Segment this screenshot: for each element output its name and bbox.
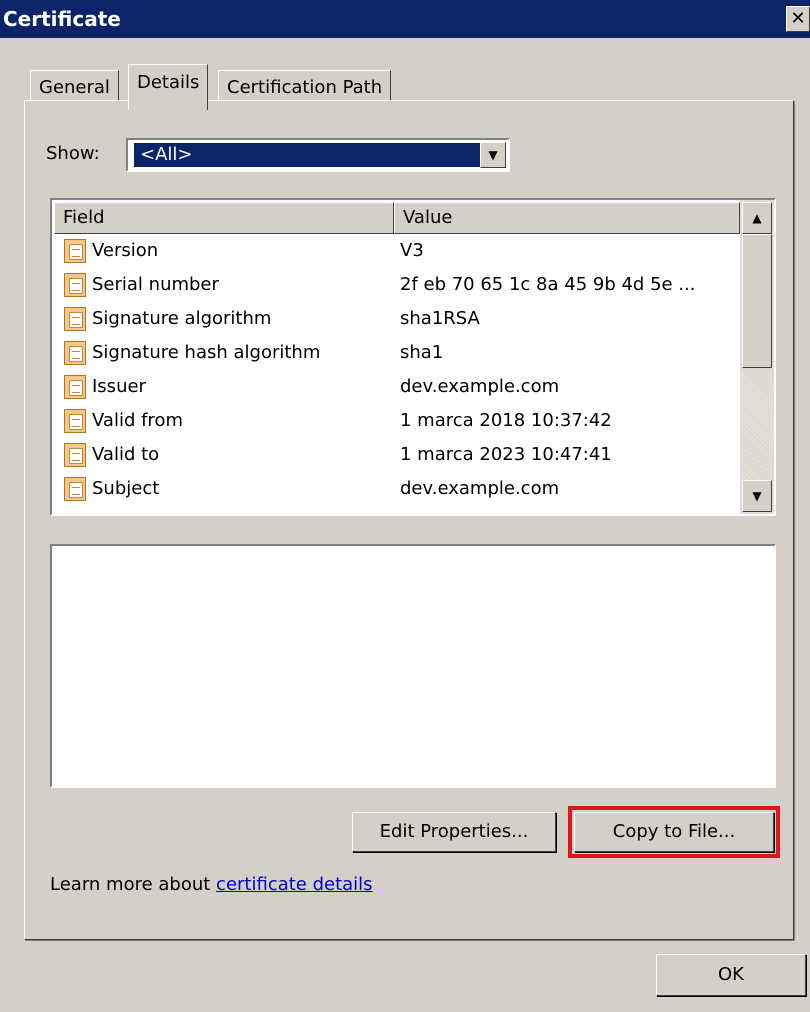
field-value: V3	[400, 240, 424, 261]
list-header: Field Value	[52, 200, 740, 234]
certificate-field-icon	[64, 375, 86, 399]
certificate-field-icon	[64, 443, 86, 467]
scroll-up-icon[interactable]: ▲	[742, 202, 772, 234]
tab-details[interactable]: Details	[128, 64, 209, 110]
field-value: sha1RSA	[400, 308, 480, 329]
close-button[interactable]: ✕	[786, 6, 810, 32]
learn-more-text: Learn more about certificate details	[50, 874, 373, 895]
highlight-annotation	[568, 806, 780, 858]
certificate-field-icon	[64, 239, 86, 263]
certificate-field-icon	[64, 307, 86, 331]
learn-more-prefix: Learn more about	[50, 874, 217, 895]
list-item[interactable]: Issuer dev.example.com	[52, 370, 740, 404]
certificate-details-link[interactable]: certificate details	[216, 874, 373, 895]
field-detail-box[interactable]	[50, 544, 776, 788]
field-name: Serial number	[92, 274, 219, 295]
field-name: Issuer	[92, 376, 146, 397]
field-name: Valid from	[92, 410, 183, 431]
list-item[interactable]: Subject dev.example.com	[52, 472, 740, 506]
certificate-field-icon	[64, 341, 86, 365]
field-name: Signature algorithm	[92, 308, 272, 329]
vertical-scrollbar[interactable]: ▲ ▼	[740, 200, 774, 514]
show-dropdown-value: <All>	[133, 142, 481, 168]
show-label: Show:	[46, 143, 100, 164]
field-value: 1 marca 2023 10:47:41	[400, 444, 612, 465]
edit-properties-button[interactable]: Edit Properties...	[352, 812, 556, 852]
field-name: Signature hash algorithm	[92, 342, 321, 363]
field-list[interactable]: Field Value Version V3 Serial number 2f …	[50, 198, 776, 516]
scroll-thumb[interactable]	[742, 234, 772, 368]
tab-general[interactable]: General	[30, 70, 119, 104]
show-dropdown[interactable]: <All> ▼	[126, 138, 510, 172]
list-item[interactable]: Valid from 1 marca 2018 10:37:42	[52, 404, 740, 438]
field-value: dev.example.com	[400, 376, 560, 397]
certificate-field-icon	[64, 477, 86, 501]
tab-certification-path[interactable]: Certification Path	[218, 70, 392, 104]
field-value: 2f eb 70 65 1c 8a 45 9b 4d 5e ...	[400, 274, 696, 295]
list-item[interactable]: Valid to 1 marca 2023 10:47:41	[52, 438, 740, 472]
ok-button[interactable]: OK	[656, 954, 806, 996]
list-item[interactable]: Version V3	[52, 234, 740, 268]
certificate-field-icon	[64, 273, 86, 297]
list-item[interactable]: Serial number 2f eb 70 65 1c 8a 45 9b 4d…	[52, 268, 740, 302]
window-title: Certificate	[3, 7, 121, 31]
field-value: dev.example.com	[400, 478, 560, 499]
scroll-down-icon[interactable]: ▼	[742, 480, 772, 512]
column-header-value[interactable]: Value	[394, 202, 740, 234]
field-name: Subject	[92, 478, 160, 499]
field-name: Valid to	[92, 444, 160, 465]
chevron-down-icon[interactable]: ▼	[480, 142, 506, 168]
title-bar: Certificate ✕	[0, 0, 810, 38]
certificate-field-icon	[64, 409, 86, 433]
field-value: 1 marca 2018 10:37:42	[400, 410, 612, 431]
list-item[interactable]: Signature algorithm sha1RSA	[52, 302, 740, 336]
field-name: Version	[92, 240, 159, 261]
list-item[interactable]: Signature hash algorithm sha1	[52, 336, 740, 370]
column-header-field[interactable]: Field	[54, 202, 394, 234]
field-value: sha1	[400, 342, 444, 363]
